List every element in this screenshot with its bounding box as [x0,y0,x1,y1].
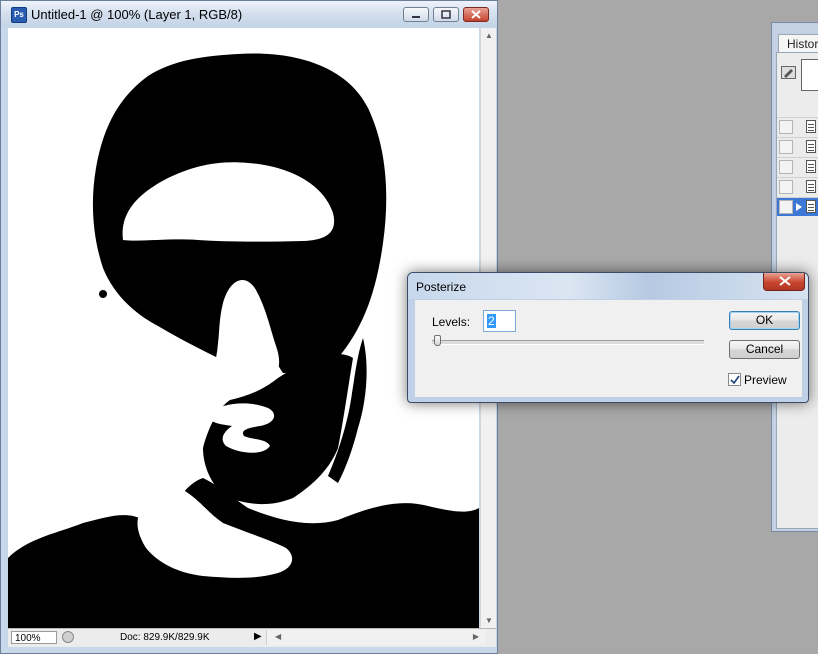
dialog-title: Posterize [416,280,467,294]
history-state[interactable] [777,137,818,156]
zoom-field[interactable]: 100% [11,631,57,644]
history-source-checkbox[interactable] [779,120,793,134]
history-state-icon [806,140,816,153]
close-icon [471,10,481,19]
levels-value: 2 [487,314,496,328]
preview-label[interactable]: Preview [744,373,787,387]
history-source-checkbox[interactable] [779,140,793,154]
history-state-icon [806,120,816,133]
history-source-checkbox[interactable] [779,180,793,194]
history-state[interactable] [777,117,818,136]
document-title: Untitled-1 @ 100% (Layer 1, RGB/8) [31,7,243,22]
tab-history[interactable]: History [778,34,818,52]
horizontal-scrollbar[interactable]: ◀ ▶ [266,630,485,645]
levels-label: Levels: [432,315,471,329]
status-bar: 100% Doc: 829.9K/829.9K ▶ ◀ ▶ [8,628,496,647]
brush-snapshot-icon[interactable] [781,66,796,79]
preview-checkbox[interactable] [728,373,741,386]
dialog-titlebar[interactable]: Posterize [408,273,808,299]
ok-button[interactable]: OK [729,311,800,330]
scroll-up-icon[interactable]: ▲ [485,31,493,40]
close-button[interactable] [463,7,489,22]
close-icon [779,276,791,286]
history-state-active[interactable] [777,197,818,216]
history-source-checkbox[interactable] [779,200,793,214]
history-source-checkbox[interactable] [779,160,793,174]
doc-size-readout: Doc: 829.9K/829.9K [120,632,210,643]
ear-dot [99,290,107,298]
levels-input[interactable]: 2 [483,310,516,332]
cancel-button[interactable]: Cancel [729,340,800,359]
checkmark-icon [730,375,740,385]
history-state[interactable] [777,157,818,176]
history-state-icon [806,160,816,173]
maximize-button[interactable] [433,7,459,22]
lower-face-shape [203,354,353,505]
scroll-down-icon[interactable]: ▼ [485,616,493,625]
maximize-icon [441,10,451,19]
photoshop-icon: Ps [11,7,27,23]
dialog-close-button[interactable] [763,273,805,291]
status-info-icon[interactable] [62,631,74,643]
scroll-left-icon[interactable]: ◀ [275,632,281,641]
history-tab-label: History [787,37,818,51]
history-state-icon [806,200,816,213]
history-pointer-icon [796,203,802,211]
minimize-button[interactable] [403,7,429,22]
snapshot-thumbnail[interactable] [801,59,818,91]
document-titlebar[interactable]: Ps Untitled-1 @ 100% (Layer 1, RGB/8) [1,1,497,27]
posterize-dialog: Posterize Levels: 2 OK Cancel Preview [407,272,809,403]
dialog-body: Levels: 2 OK Cancel Preview [415,300,802,397]
status-menu-arrow-icon[interactable]: ▶ [254,631,262,642]
history-state-icon [806,180,816,193]
levels-slider-track[interactable] [432,340,704,345]
history-state[interactable] [777,177,818,196]
levels-slider-thumb[interactable] [434,335,441,346]
minimize-icon [412,16,420,18]
scroll-right-icon[interactable]: ▶ [473,632,479,641]
